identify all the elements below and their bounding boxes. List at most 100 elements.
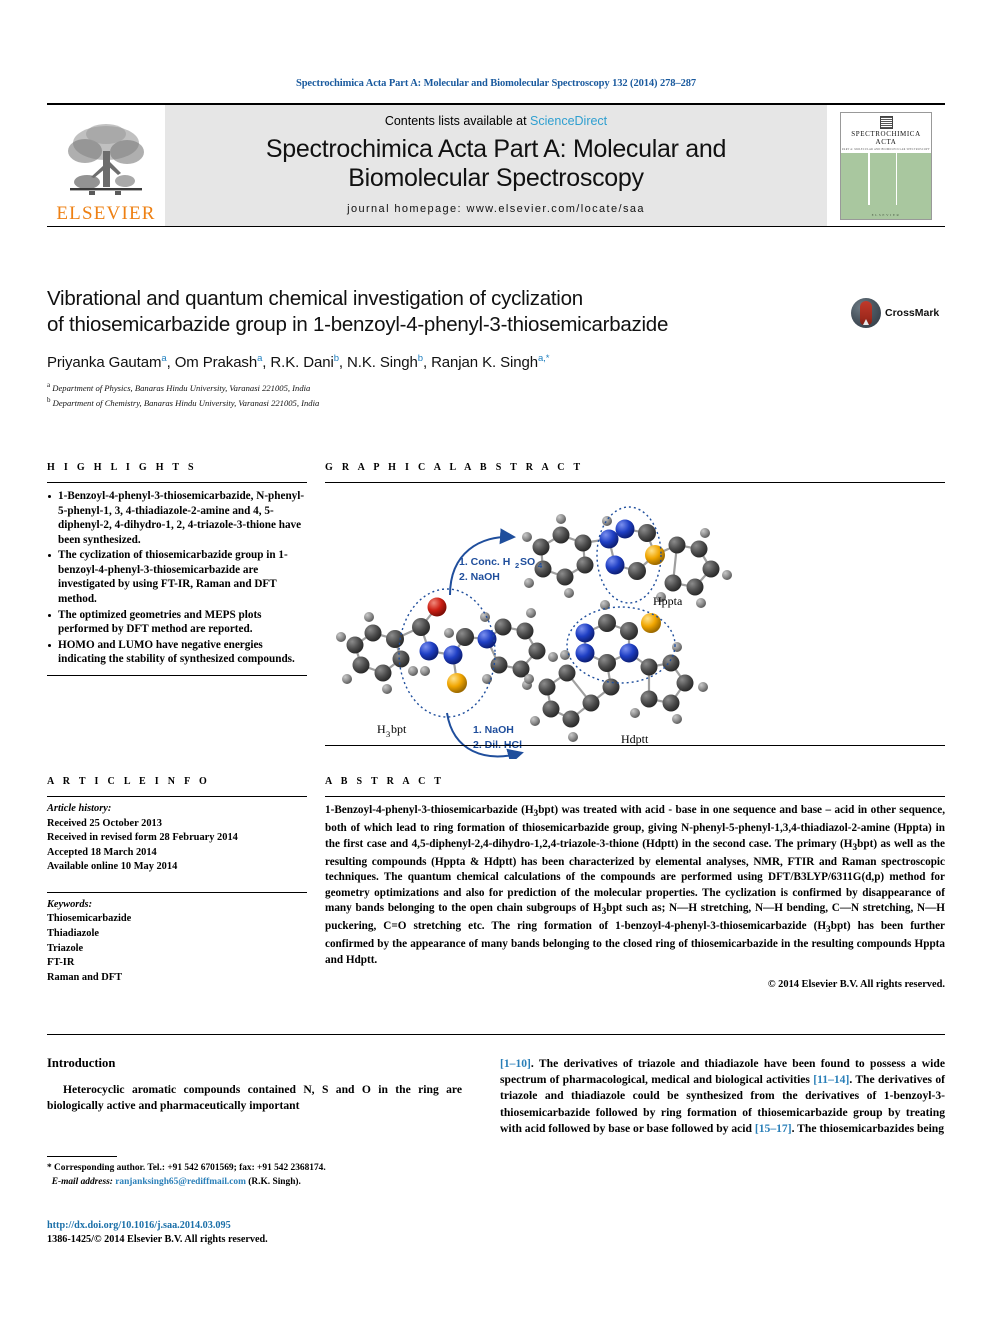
label-h3bpt: H: [377, 722, 386, 736]
email-suffix: (R.K. Singh).: [248, 1176, 301, 1187]
author-list: Priyanka Gautama, Om Prakasha, R.K. Dani…: [47, 353, 550, 372]
author-4[interactable]: N.K. Singh: [347, 354, 418, 371]
body-right-text-3: . The thiosemicarbazides being: [791, 1121, 945, 1135]
label-h3bpt-sub: 3: [386, 729, 390, 739]
introduction-paragraph-text: Heterocyclic aromatic compounds containe…: [47, 1083, 462, 1113]
crossmark-label: CrossMark: [885, 307, 940, 319]
arrow-top-label-so: SO: [520, 556, 535, 568]
nitrogen-atom: [575, 623, 595, 643]
body-right-paragraph: [1–10]. The derivatives of triazole and …: [500, 1056, 945, 1137]
email-label: E-mail address:: [51, 1176, 113, 1187]
label-hdptt: Hdptt: [621, 732, 649, 746]
email-link[interactable]: ranjanksingh65@rediffmail.com: [115, 1177, 246, 1187]
author-2[interactable]: Om Prakash: [175, 354, 257, 371]
body-top-divider: [47, 1034, 945, 1035]
keywords-label: Keywords:: [47, 898, 93, 910]
journal-title-block: Contents lists available at ScienceDirec…: [165, 105, 827, 226]
highlights-list: 1-Benzoyl-4-phenyl-3-thiosemicarbazide, …: [47, 489, 307, 667]
citation-ref-3[interactable]: [15–17]: [755, 1122, 792, 1135]
abstract-divider: [325, 796, 945, 797]
nitrogen-atom: [615, 519, 635, 539]
author-4-affil-marker: b: [417, 353, 423, 365]
affiliation-b-text: Department of Chemistry, Banaras Hindu U…: [52, 397, 320, 408]
article-info-divider: [47, 796, 307, 797]
keyword-item: FT-IR: [47, 957, 75, 969]
elsevier-logo: ELSEVIER: [47, 105, 165, 226]
arrow-top-label-line1: 1. Conc. H: [459, 556, 510, 568]
cover-artwork: [841, 152, 931, 219]
arrow-top-label-line2: 2. NaOH: [459, 571, 500, 583]
footer-doi-block: http://dx.doi.org/10.1016/j.saa.2014.03.…: [47, 1219, 497, 1247]
doi-link[interactable]: http://dx.doi.org/10.1016/j.saa.2014.03.…: [47, 1219, 497, 1233]
highlights-divider: [47, 482, 307, 483]
article-title-line-2: of thiosemicarbazide group in 1-benzoyl-…: [47, 313, 669, 337]
journal-title-line-2: Biomolecular Spectroscopy: [348, 164, 644, 192]
graphical-abstract-divider: [325, 482, 945, 483]
graphical-abstract-figure: 1. Conc. H 2 SO 4 2. NaOH 1. NaOH 2. Dil…: [325, 487, 945, 765]
author-3-affil-marker: b: [333, 353, 339, 365]
keyword-item: Triazole: [47, 942, 84, 954]
sulfur-atom: [641, 613, 661, 633]
history-revised: Received in revised form 28 February 201…: [47, 832, 238, 844]
history-accepted: Accepted 18 March 2014: [47, 846, 157, 858]
highlights-heading: H I G H L I G H T S: [47, 462, 197, 473]
contents-available-line: Contents lists available at ScienceDirec…: [385, 114, 607, 128]
article-history: Article history: Received 25 October 201…: [47, 802, 307, 875]
sciencedirect-link[interactable]: ScienceDirect: [530, 114, 607, 128]
crossmark-badge[interactable]: CrossMark: [851, 296, 951, 330]
affiliation-a: a Department of Physics, Banaras Hindu U…: [47, 380, 847, 394]
running-head: Spectrochimica Acta Part A: Molecular an…: [295, 78, 697, 89]
footnote-divider: [47, 1156, 117, 1157]
affiliation-b-marker: b: [47, 395, 51, 404]
label-hppta: Hppta: [653, 594, 683, 608]
crossmark-icon: [851, 298, 881, 328]
title-block: Vibrational and quantum chemical investi…: [47, 286, 847, 409]
sulfur-atom: [447, 673, 467, 693]
cover-subtitle: PART A: MOLECULAR AND BIOMOLECULAR SPECT…: [842, 147, 930, 151]
graphical-abstract-heading: G R A P H I C A L A B S T R A C T: [325, 462, 584, 473]
keywords-divider: [47, 891, 307, 893]
cover-header: SPECTROCHIMICA ACTA PART A: MOLECULAR AN…: [841, 112, 931, 153]
history-online: Available online 10 May 2014: [47, 861, 178, 873]
nitrogen-atom: [575, 643, 595, 663]
molecule-hdptt: [524, 600, 708, 742]
author-5[interactable]: Ranjan K. Singh: [431, 354, 538, 371]
cover-image: SPECTROCHIMICA ACTA PART A: MOLECULAR AN…: [840, 111, 932, 220]
reaction-scheme-diagram: 1. Conc. H 2 SO 4 2. NaOH 1. NaOH 2. Dil…: [336, 506, 732, 765]
cover-publisher-icon: [879, 115, 893, 129]
affiliation-b: b Department of Chemistry, Banaras Hindu…: [47, 395, 847, 409]
article-info-heading: A R T I C L E I N F O: [47, 776, 211, 787]
article-history-label: Article history:: [47, 803, 112, 814]
elsevier-wordmark: ELSEVIER: [56, 203, 156, 224]
citation-ref-1[interactable]: [1–10]: [500, 1057, 531, 1070]
nitrogen-atom: [605, 555, 625, 575]
elsevier-tree-icon: [68, 124, 144, 195]
author-3[interactable]: R.K. Dani: [270, 354, 333, 371]
nitrogen-atom: [443, 645, 463, 665]
introduction-heading: Introduction: [47, 1056, 116, 1070]
body-column-left: Introduction Heterocyclic aromatic compo…: [47, 1056, 462, 1114]
list-item: HOMO and LUMO have negative energies ind…: [47, 638, 307, 667]
oxygen-atom: [427, 597, 447, 617]
journal-masthead: ELSEVIER Contents lists available at Sci…: [47, 103, 945, 227]
author-5-affil-marker: a,*: [537, 353, 550, 365]
list-item: The cyclization of thiosemicarbazide gro…: [47, 548, 307, 606]
history-received: Received 25 October 2013: [47, 817, 162, 829]
abstract-heading: A B S T R A C T: [325, 776, 445, 787]
keywords-block: Keywords: Thiosemicarbazide Thiadiazole …: [47, 898, 307, 985]
abstract-body: 1-Benzoyl-4-phenyl-3-thiosemicarbazide (…: [325, 804, 946, 966]
journal-cover-thumbnail: SPECTROCHIMICA ACTA PART A: MOLECULAR AN…: [827, 105, 945, 226]
cover-title-line-2: ACTA: [875, 137, 897, 146]
email-line: E-mail address: ranjanksingh65@rediffmai…: [47, 1176, 462, 1190]
citation-ref-2[interactable]: [11–14]: [813, 1073, 849, 1086]
abstract-copyright: © 2014 Elsevier B.V. All rights reserved…: [767, 979, 945, 991]
issn-copyright-line: 1386-1425/© 2014 Elsevier B.V. All right…: [47, 1233, 268, 1245]
nitrogen-atom: [619, 643, 639, 663]
corresponding-author-line: * Corresponding author. Tel.: +91 542 67…: [47, 1163, 326, 1173]
journal-homepage[interactable]: journal homepage: www.elsevier.com/locat…: [347, 203, 645, 215]
article-title-line-1: Vibrational and quantum chemical investi…: [47, 287, 583, 310]
author-1[interactable]: Priyanka Gautam: [47, 354, 161, 371]
cover-title-line-1: SPECTROCHIMICA: [851, 129, 921, 138]
abstract-section: A B S T R A C T 1-Benzoyl-4-phenyl-3-thi…: [325, 776, 945, 990]
journal-title-line-1: Spectrochimica Acta Part A: Molecular an…: [265, 135, 727, 164]
